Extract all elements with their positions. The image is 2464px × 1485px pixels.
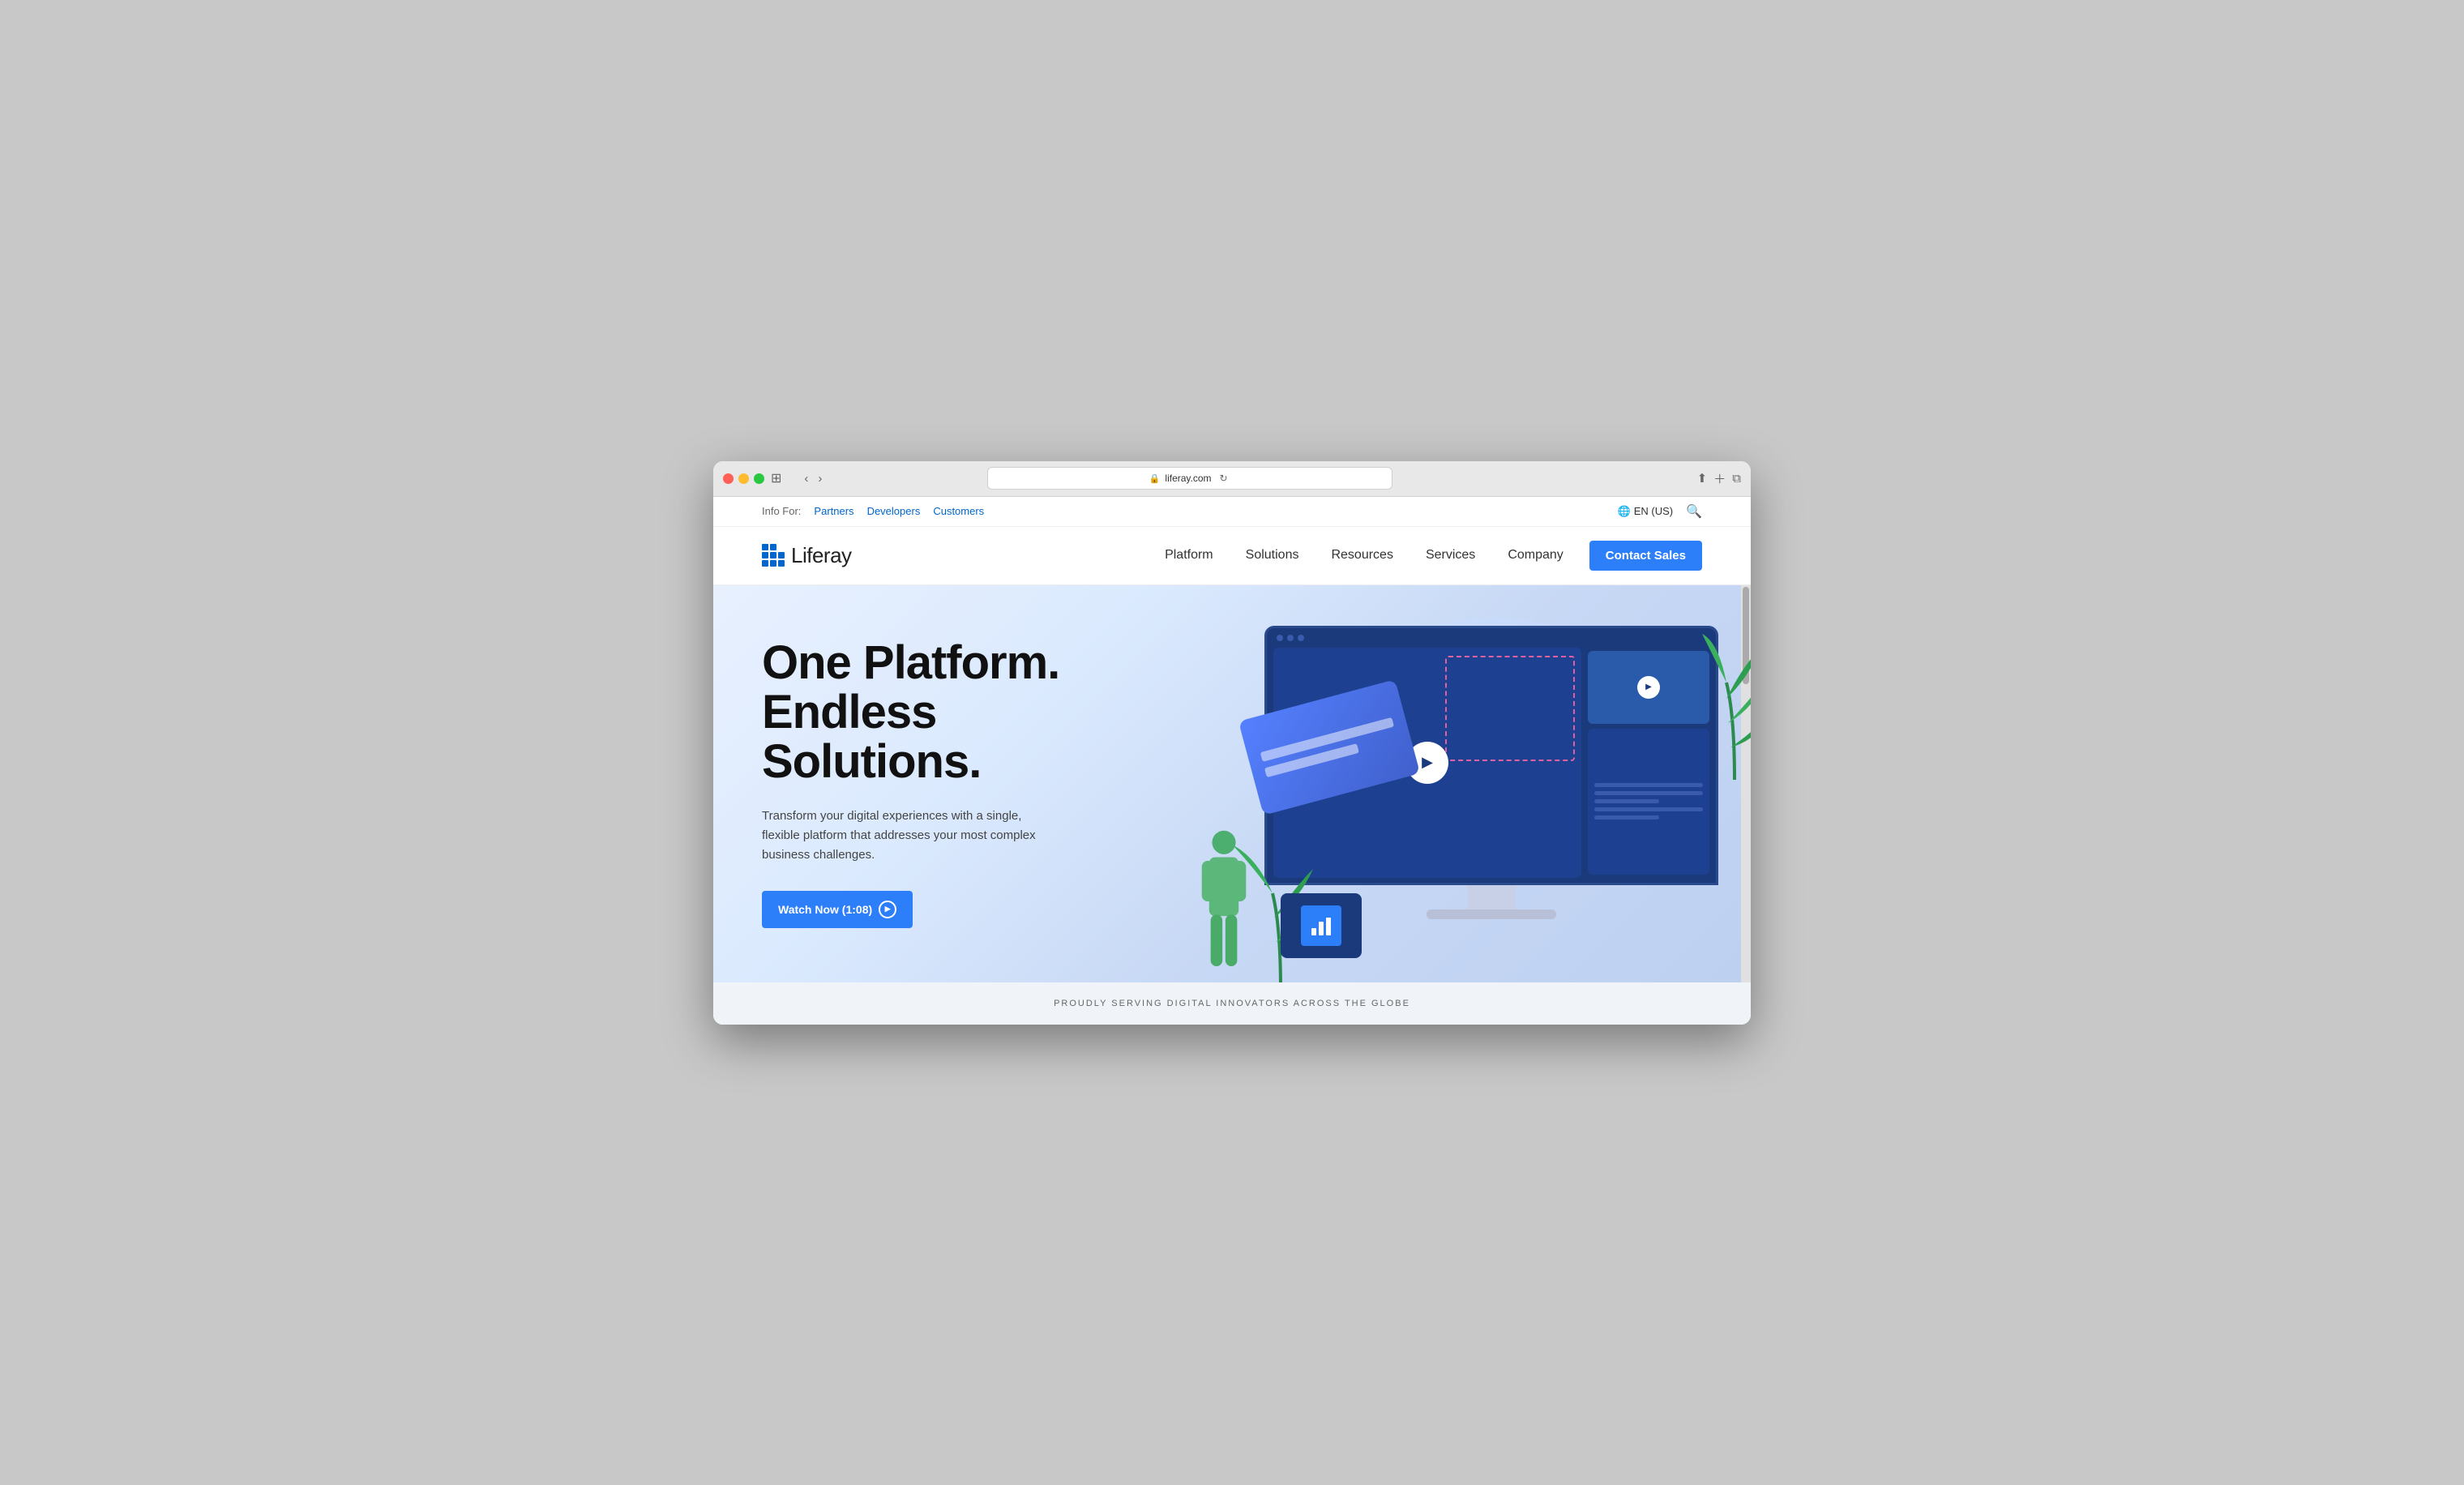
logo-cell (770, 560, 776, 567)
share-button[interactable]: ⬆ (1697, 470, 1708, 487)
watch-now-button[interactable]: Watch Now (1:08) ▶ (762, 891, 913, 928)
logo-cell (770, 544, 776, 550)
search-button[interactable]: 🔍 (1686, 503, 1702, 520)
logo-cell (770, 552, 776, 558)
monitor-stand-neck (1467, 885, 1516, 909)
browser-nav: ‹ › (801, 469, 825, 489)
monitor-dot (1277, 635, 1283, 641)
info-bar-right: 🌐 EN (US) 🔍 (1618, 503, 1703, 520)
close-button[interactable] (723, 473, 734, 484)
dashed-selection-rect (1445, 656, 1575, 761)
globe-icon: 🌐 (1618, 505, 1631, 518)
text-line-short (1594, 799, 1659, 803)
watch-now-label: Watch Now (1:08) (778, 903, 872, 916)
platform-nav-link[interactable]: Platform (1152, 541, 1226, 569)
monitor-dot (1287, 635, 1294, 641)
resources-nav-link[interactable]: Resources (1318, 541, 1405, 569)
text-line (1594, 807, 1703, 811)
info-bar: Info For: Partners Developers Customers … (713, 497, 1751, 527)
sidebar-play-button[interactable]: ▶ (1637, 676, 1660, 699)
hero-illustration: ▶ ▶ (1183, 601, 1751, 982)
customers-link[interactable]: Customers (933, 505, 984, 517)
logo-text: Liferay (791, 543, 852, 568)
plant-right (1702, 618, 1751, 780)
back-button[interactable]: ‹ (801, 469, 811, 489)
company-nav-link[interactable]: Company (1495, 541, 1576, 569)
browser-window: ⊞ ‹ › 🔒 liferay.com ↻ ⬆ ＋ ⧉ Info For: Pa… (713, 461, 1751, 1025)
nav-links: Platform Solutions Resources Services Co… (1152, 541, 1702, 571)
search-icon: 🔍 (1686, 505, 1702, 519)
main-nav: Liferay Platform Solutions Resources Ser… (713, 527, 1751, 585)
logo-cell (762, 560, 768, 567)
traffic-lights (723, 473, 764, 484)
text-line-short (1594, 815, 1659, 820)
logo-cell (778, 560, 785, 567)
sidebar-text-panel (1588, 729, 1709, 875)
hero-subtitle: Transform your digital experiences with … (762, 807, 1054, 865)
address-bar[interactable]: 🔒 liferay.com ↻ (987, 467, 1392, 490)
text-line (1594, 783, 1703, 787)
browser-actions: ⬆ ＋ ⧉ (1697, 470, 1741, 487)
sidebar-toggle-button[interactable]: ⊞ (771, 470, 781, 486)
language-button[interactable]: 🌐 EN (US) (1618, 505, 1674, 518)
chart-icon (1309, 914, 1333, 938)
logo-cell-empty (778, 544, 785, 550)
monitor-sidebar: ▶ (1588, 648, 1709, 878)
forward-button[interactable]: › (815, 469, 825, 489)
dark-box-inner-icon (1301, 905, 1341, 946)
services-nav-link[interactable]: Services (1413, 541, 1488, 569)
maximize-button[interactable] (754, 473, 764, 484)
logo-cell (762, 552, 768, 558)
logo-link[interactable]: Liferay (762, 543, 852, 568)
tagline-text: PROUDLY SERVING DIGITAL INNOVATORS ACROS… (1054, 999, 1410, 1008)
hero-title-line2: Endless Solutions. (762, 686, 981, 788)
solutions-nav-link[interactable]: Solutions (1233, 541, 1312, 569)
logo-grid-icon (762, 544, 785, 567)
hero-section: One Platform. Endless Solutions. Transfo… (713, 585, 1751, 982)
hero-content: One Platform. Endless Solutions. Transfo… (713, 590, 1119, 977)
floating-dark-box (1281, 893, 1362, 958)
lang-text: EN (US) (1634, 505, 1673, 517)
partners-link[interactable]: Partners (814, 505, 853, 517)
play-circle-icon: ▶ (879, 901, 896, 918)
website: Info For: Partners Developers Customers … (713, 497, 1751, 1025)
monitor-dots (1267, 628, 1716, 648)
logo-cell (762, 544, 768, 550)
sidebar-video-thumb: ▶ (1588, 651, 1709, 724)
logo-cell (778, 552, 785, 558)
browser-titlebar: ⊞ ‹ › 🔒 liferay.com ↻ ⬆ ＋ ⧉ (713, 461, 1751, 497)
monitor-stand-base (1427, 909, 1556, 919)
footer-tagline: PROUDLY SERVING DIGITAL INNOVATORS ACROS… (713, 982, 1751, 1025)
hero-title: One Platform. Endless Solutions. (762, 639, 1070, 787)
lock-icon: 🔒 (1149, 473, 1161, 484)
text-line (1594, 791, 1703, 795)
new-tab-button[interactable]: ＋ (1713, 470, 1726, 487)
info-bar-left: Info For: Partners Developers Customers (762, 505, 984, 517)
person-figure (1191, 820, 1256, 982)
reload-button[interactable]: ↻ (1217, 469, 1231, 487)
hero-title-line1: One Platform. (762, 636, 1059, 689)
url-text: liferay.com (1165, 473, 1211, 484)
tabs-button[interactable]: ⧉ (1732, 470, 1741, 487)
minimize-button[interactable] (738, 473, 749, 484)
contact-sales-button[interactable]: Contact Sales (1589, 541, 1702, 571)
monitor-dot (1298, 635, 1304, 641)
developers-link[interactable]: Developers (867, 505, 921, 517)
info-for-label: Info For: (762, 505, 801, 517)
